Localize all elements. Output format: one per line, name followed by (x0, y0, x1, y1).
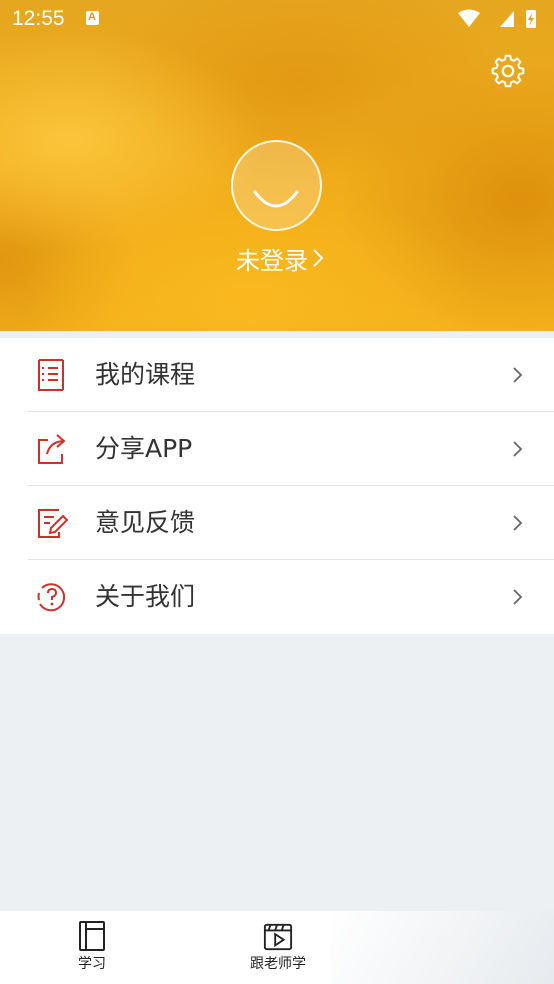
signal-icon (500, 11, 514, 27)
chevron-right-icon (513, 367, 523, 383)
menu-item-my-courses[interactable]: 我的课程 (0, 338, 554, 412)
menu-item-share-app[interactable]: 分享APP (0, 412, 554, 486)
status-time: 12:55 (12, 7, 65, 30)
chevron-right-icon (313, 249, 324, 267)
profile-header: 12:55 未登录 (0, 0, 554, 331)
tabbar-fade (330, 911, 554, 984)
menu-item-label: 关于我们 (95, 582, 196, 611)
chevron-right-icon (513, 515, 523, 531)
video-icon (263, 923, 293, 951)
chevron-right-icon (513, 441, 523, 457)
menu-item-label: 分享APP (95, 434, 193, 463)
help-icon (37, 583, 66, 612)
menu-list: 我的课程 分享APP 意见反馈 关于我们 (0, 338, 554, 634)
tab-learn-with-teacher[interactable]: 跟老师学 (242, 911, 314, 984)
menu-item-label: 我的课程 (95, 360, 196, 389)
tab-study[interactable]: 学习 (62, 911, 122, 984)
login-link[interactable]: 未登录 (236, 240, 324, 276)
status-icons (458, 9, 536, 28)
smiley-avatar-icon (253, 190, 299, 208)
menu-item-label: 意见反馈 (95, 508, 196, 537)
menu-item-feedback[interactable]: 意见反馈 (0, 486, 554, 560)
book-icon (79, 921, 105, 951)
course-list-icon (38, 359, 64, 391)
chevron-right-icon (513, 589, 523, 605)
feedback-icon (38, 509, 68, 538)
wifi-icon (458, 9, 480, 27)
tab-label: 跟老师学 (250, 956, 306, 972)
login-text: 未登录 (236, 246, 308, 275)
notification-indicator-icon (86, 11, 99, 25)
menu-item-about-us[interactable]: 关于我们 (0, 560, 554, 634)
status-bar: 12:55 (0, 0, 554, 38)
bottom-tab-bar: 学习 跟老师学 (0, 911, 554, 984)
gear-icon[interactable] (490, 53, 526, 89)
tab-label: 学习 (78, 956, 106, 972)
share-icon (38, 434, 66, 464)
avatar[interactable] (231, 140, 322, 231)
